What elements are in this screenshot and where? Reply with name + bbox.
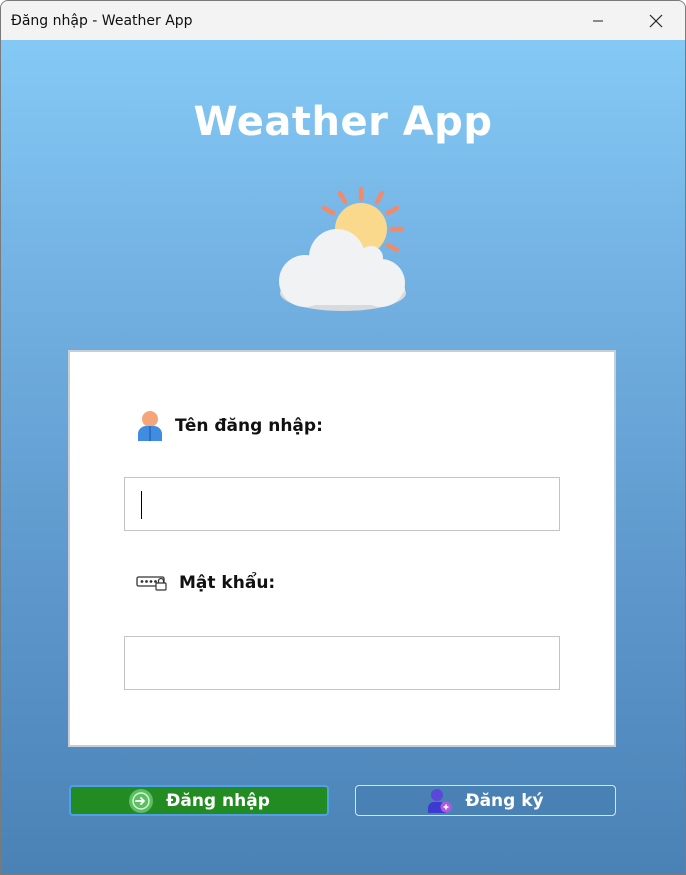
- password-label: Mật khẩu:: [179, 573, 276, 593]
- password-label-row: Mật khẩu:: [136, 573, 275, 593]
- username-field[interactable]: [124, 477, 560, 531]
- add-user-icon: [427, 788, 453, 814]
- window-title: Đăng nhập - Weather App: [11, 12, 193, 29]
- login-button-label: Đăng nhập: [166, 790, 270, 811]
- text-cursor: [141, 491, 142, 519]
- minimize-icon: [593, 20, 603, 21]
- login-form: Tên đăng nhập: Mật khẩu:: [68, 350, 616, 747]
- window-controls: [569, 1, 685, 40]
- password-field[interactable]: [124, 636, 560, 690]
- user-icon: [138, 411, 162, 441]
- minimize-button[interactable]: [569, 1, 627, 40]
- username-input[interactable]: [125, 478, 559, 530]
- login-icon: [128, 788, 154, 814]
- password-icon: [136, 576, 167, 591]
- username-label-row: Tên đăng nhập:: [137, 410, 323, 442]
- title-bar[interactable]: Đăng nhập - Weather App: [1, 1, 685, 40]
- close-icon: [649, 14, 663, 27]
- app-title: Weather App: [193, 99, 493, 145]
- sun-behind-cloud-icon: [279, 186, 406, 311]
- close-button[interactable]: [627, 1, 685, 40]
- register-button-label: Đăng ký: [465, 790, 544, 811]
- login-window: Đăng nhập - Weather App Weather App Tên …: [0, 0, 686, 875]
- register-button[interactable]: Đăng ký: [355, 785, 616, 816]
- login-button[interactable]: Đăng nhập: [69, 785, 329, 816]
- username-label: Tên đăng nhập:: [175, 416, 323, 436]
- password-input[interactable]: [125, 637, 559, 689]
